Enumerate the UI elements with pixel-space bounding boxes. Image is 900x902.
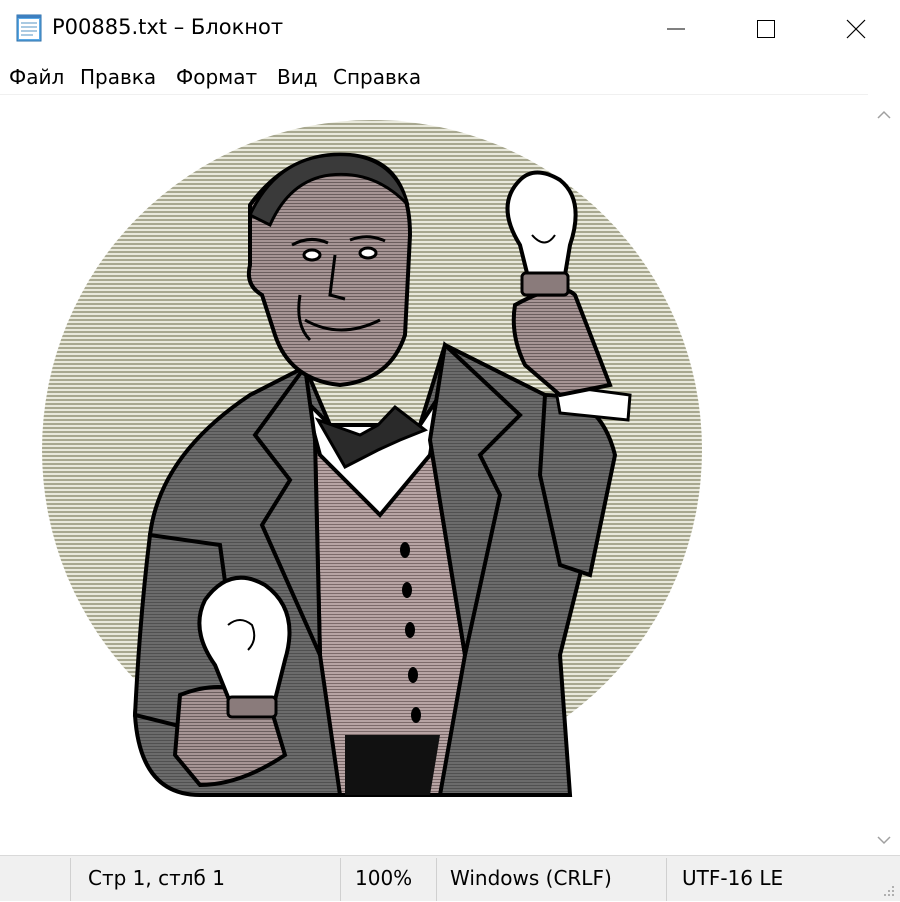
status-separator [436,858,437,901]
cursor-position: Стр 1, стлб 1 [88,866,225,890]
close-icon [845,18,867,40]
status-separator [666,858,667,901]
text-editor-area[interactable] [0,94,868,856]
encoding: UTF-16 LE [682,866,784,890]
minimize-button[interactable] [630,0,722,58]
status-bar: Стр 1, стлб 1 100% Windows (CRLF) UTF-16… [0,855,900,901]
vertical-scrollbar[interactable] [868,94,900,855]
menu-file[interactable]: Файл [9,65,64,89]
maximize-icon [756,19,776,39]
zoom-level: 100% [355,866,413,890]
menu-bar: Файл Правка Формат Вид Справка [0,58,900,94]
notepad-icon [14,13,44,43]
chevron-up-icon[interactable] [876,106,892,119]
window-title: P00885.txt – Блокнот [52,15,284,39]
chevron-down-icon[interactable] [876,831,892,845]
maximize-button[interactable] [720,0,812,58]
line-ending: Windows (CRLF) [450,866,612,890]
resize-grip-icon[interactable] [882,883,896,897]
menu-view[interactable]: Вид [277,65,318,89]
menu-edit[interactable]: Правка [80,65,156,89]
menu-help[interactable]: Справка [333,65,421,89]
close-button[interactable] [810,0,900,58]
minimize-icon [666,19,686,39]
trousers [345,735,440,795]
status-separator [340,858,341,901]
illustration [42,120,702,797]
menu-format[interactable]: Формат [176,65,257,89]
status-separator [70,858,71,901]
title-bar: P00885.txt – Блокнот [0,0,900,58]
